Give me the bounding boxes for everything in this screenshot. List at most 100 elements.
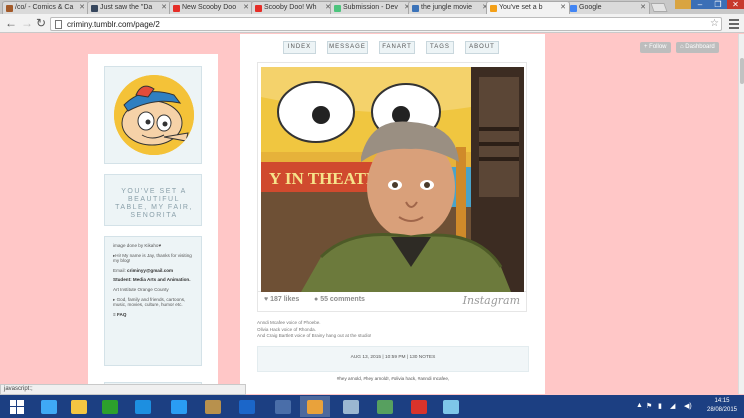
tab-1[interactable]: Just saw the "Da ✕ xyxy=(87,1,171,14)
tab-strip: /co/ - Comics & Ca ✕ Just saw the "Da ✕ … xyxy=(0,0,744,14)
nav-about[interactable]: ABOUT xyxy=(465,41,499,54)
tab-2[interactable]: New Scooby Doo ✕ xyxy=(169,1,253,14)
comments-label: 55 comments xyxy=(320,296,365,303)
internet-explorer-icon xyxy=(41,399,57,414)
minimize-icon[interactable]: – xyxy=(691,0,709,9)
youtube-icon xyxy=(255,5,262,12)
tab-7[interactable]: Google ✕ xyxy=(566,1,650,14)
tab-label: Scooby Doo! Wh xyxy=(264,4,317,11)
mail-icon xyxy=(135,399,151,414)
reload-icon[interactable]: ↻ xyxy=(36,17,46,29)
email-label: Email: xyxy=(113,267,126,273)
toolbar: ← → ↻ criminy.tumblr.com/page/2 ☆ xyxy=(0,14,744,33)
post-photo[interactable]: Y IN THEATR xyxy=(261,67,524,292)
photo-app-icon xyxy=(377,399,393,414)
student-line: Student: Media Arts and Animation. xyxy=(113,277,193,283)
globe-icon xyxy=(412,5,419,12)
tab-5[interactable]: the jungle movie ✕ xyxy=(408,1,492,14)
close-icon[interactable]: ✕ xyxy=(243,2,249,14)
flag-icon[interactable]: ⚑ xyxy=(646,402,652,410)
scrollbar-thumb[interactable] xyxy=(740,58,744,84)
nav-tags[interactable]: TAGS xyxy=(426,41,454,54)
menu-icon[interactable] xyxy=(729,19,739,31)
mail-app-icon xyxy=(411,399,427,414)
taskbar-maxthon-button[interactable] xyxy=(232,396,262,417)
taskbar-store-button[interactable] xyxy=(95,396,125,417)
taskbar-photo-app-button[interactable] xyxy=(370,396,400,417)
nav-fanart[interactable]: FANART xyxy=(379,41,415,54)
forward-icon[interactable]: → xyxy=(21,17,33,29)
nav-message[interactable]: MESSAGE xyxy=(327,41,368,54)
avatar-box xyxy=(104,66,202,164)
post-notes[interactable]: 130 NOTES xyxy=(409,355,435,360)
back-icon[interactable]: ← xyxy=(5,17,17,29)
tab-6-active[interactable]: You've set a b ✕ xyxy=(486,1,570,14)
signal-icon[interactable]: ◢ xyxy=(670,402,675,410)
comments-count[interactable]: ● 55 comments xyxy=(314,296,365,303)
tab-4[interactable]: Submission - Dev ✕ xyxy=(330,1,414,14)
close-icon[interactable]: ✕ xyxy=(79,2,85,14)
comment-icon: ● xyxy=(314,296,319,303)
maxthon-icon xyxy=(239,399,255,414)
student-text: Student: Media Arts and Animation. xyxy=(113,277,191,283)
close-icon[interactable]: ✕ xyxy=(640,2,646,14)
post-date[interactable]: AUG 13, 2015 xyxy=(351,355,381,360)
taskbar-internet-explorer-button[interactable] xyxy=(34,396,64,417)
start-button[interactable] xyxy=(2,396,32,417)
taskbar-paint-button[interactable] xyxy=(336,396,366,417)
taskbar-recycle-bin-button[interactable] xyxy=(436,396,466,417)
likes-count[interactable]: ♥ 187 likes xyxy=(264,296,299,303)
photo-sign-text: Y IN THEATR xyxy=(269,169,379,188)
network-icon[interactable]: ▮ xyxy=(658,402,662,410)
instagram-logo[interactable]: Instagram xyxy=(463,294,520,307)
volume-icon[interactable]: ◀) xyxy=(684,402,692,410)
email-address[interactable]: criminyy@gmail.com xyxy=(127,268,173,273)
taskbar-remote-desktop-button[interactable] xyxy=(164,396,194,417)
restore-icon[interactable]: ❐ xyxy=(709,0,727,9)
likes-line: ▸ God, family and friends, cartoons, mus… xyxy=(113,296,186,308)
sidebar: YOU'VE SET A BEAUTIFUL TABLE, MY FAIR, S… xyxy=(88,54,218,394)
tab-0[interactable]: /co/ - Comics & Ca ✕ xyxy=(2,1,89,14)
taskbar-media-app-button[interactable] xyxy=(198,396,228,417)
faq-label[interactable]: ≡ FAQ xyxy=(113,312,126,317)
scrollbar[interactable] xyxy=(738,34,744,394)
tab-3[interactable]: Scooby Doo! Wh ✕ xyxy=(251,1,335,14)
tab-label: Google xyxy=(579,4,602,11)
url-text[interactable]: criminy.tumblr.com/page/2 xyxy=(67,19,160,30)
bio-intro: ▸Hi! My name is Jay, thanks for visiting… xyxy=(113,252,192,264)
dashboard-label: Dashboard xyxy=(685,44,715,50)
dashboard-button[interactable]: ⌂ Dashboard xyxy=(676,42,719,53)
post-tags[interactable]: #hey arnold, #hey arnold!, #olivia hack,… xyxy=(257,372,529,386)
tray-arrow-icon[interactable]: ▲ xyxy=(636,402,643,409)
taskbar-mail-button[interactable] xyxy=(128,396,158,417)
chrome-icon xyxy=(307,399,323,414)
post-time[interactable]: 10:59 PM xyxy=(385,355,406,360)
instagram-stats-bar: ♥ 187 likes ● 55 comments Instagram xyxy=(257,292,527,312)
close-window-icon[interactable]: ✕ xyxy=(727,0,744,9)
bookmark-star-icon[interactable]: ☆ xyxy=(710,18,719,29)
follow-button[interactable]: + Follow xyxy=(640,42,671,53)
image-credit: image done by Kikaho♥ xyxy=(113,243,162,248)
taskbar-chrome-button[interactable] xyxy=(300,396,330,417)
close-icon[interactable]: ✕ xyxy=(560,2,566,14)
taskbar-mail-app-button[interactable] xyxy=(404,396,434,417)
close-icon[interactable]: ✕ xyxy=(161,2,167,14)
likes-label: 187 likes xyxy=(270,296,300,303)
post-caption: Anndi Mcafee voice of Phoebe. Olivia Hac… xyxy=(257,320,371,340)
blog-title-box: YOU'VE SET A BEAUTIFUL TABLE, MY FAIR, S… xyxy=(104,174,202,226)
google-icon xyxy=(570,5,577,12)
faq-link[interactable]: ≡ FAQ xyxy=(113,312,193,318)
address-bar[interactable]: criminy.tumblr.com/page/2 ☆ xyxy=(50,17,722,31)
recycle-bin-icon xyxy=(443,399,459,414)
paint-icon xyxy=(343,399,359,414)
caption-line: And Craig Bartlett voice of Brainy hang … xyxy=(257,333,372,338)
taskbar-file-explorer-button[interactable] xyxy=(64,396,94,417)
clock[interactable]: 14:15 28/08/2015 xyxy=(700,397,744,415)
windows-logo-icon xyxy=(10,399,24,414)
user-profile-icon[interactable] xyxy=(675,0,691,9)
taskbar-bird-app-button[interactable] xyxy=(268,396,298,417)
tab-label: New Scooby Doo xyxy=(182,4,237,11)
nav-index[interactable]: INDEX xyxy=(283,41,316,54)
post-meta: AUG 13, 2015 | 10:59 PM | 130 NOTES xyxy=(257,346,529,372)
new-tab-button[interactable] xyxy=(650,3,668,12)
